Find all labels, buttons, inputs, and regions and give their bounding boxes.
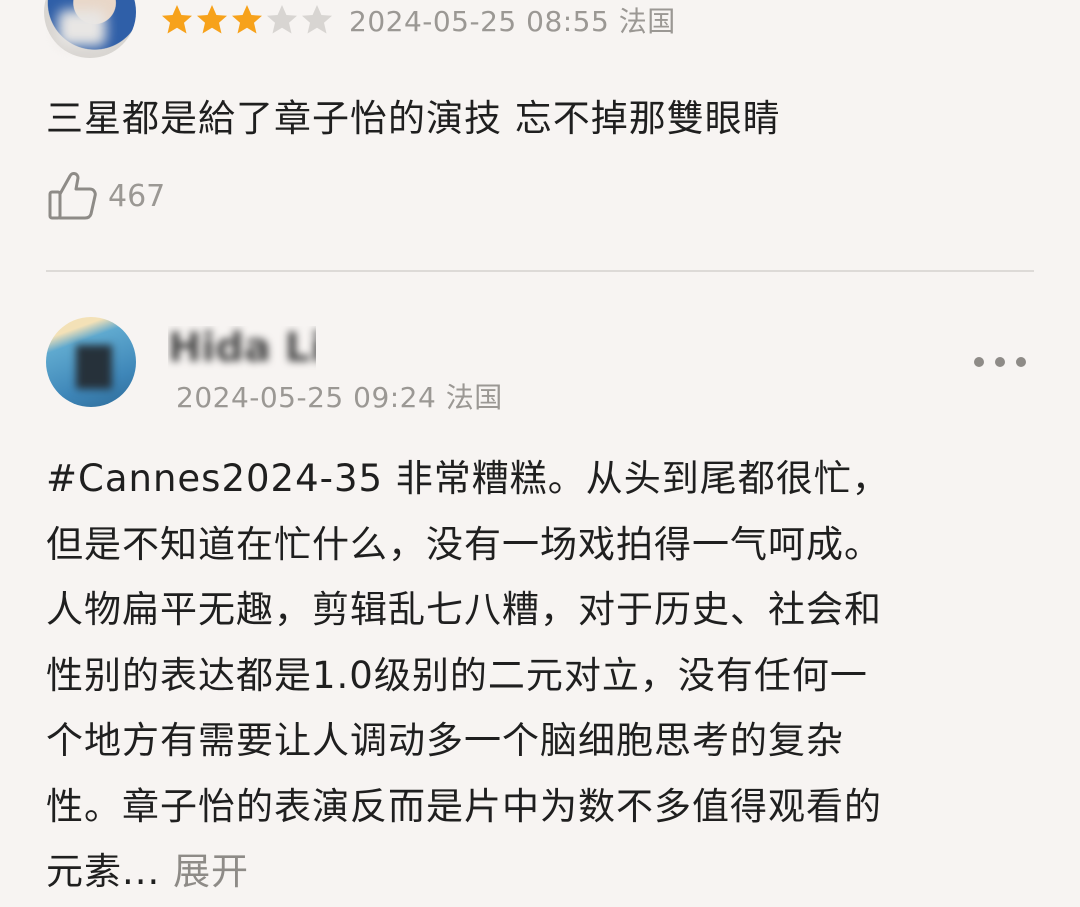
review-text-line: 人物扁平无趣，剪辑乱七八糟，对于历史、社会和: [46, 588, 882, 631]
review-text-line: 性。章子怡的表演反而是片中为数不多值得观看的: [46, 784, 882, 828]
star-filled-icon: [230, 3, 264, 37]
avatar-blur-mask: [58, 10, 106, 46]
thumbs-up-icon: [48, 172, 97, 220]
review-text-line: 性别的表达都是1.0级别的二元对立，没有任何一: [46, 653, 868, 697]
review-text-line: #Cannes2024-35 非常糟糕。从头到尾都很忙，: [46, 457, 890, 500]
review-list: 2024-05-25 08:55 法国 三星都是給了章子怡的演技 忘不掉那雙眼睛…: [0, 0, 1080, 907]
review-text-line: 但是不知道在忙什么，没有一场戏拍得一气呵成。: [46, 522, 882, 566]
reviewer-name[interactable]: Hida Li: [168, 326, 316, 370]
star-rating: [160, 3, 335, 37]
star-empty-icon: [265, 3, 299, 37]
review-divider: [46, 270, 1034, 272]
star-empty-icon: [300, 3, 334, 37]
avatar-blur-mask: [76, 345, 112, 389]
like-count: 467: [108, 178, 166, 214]
review-text-last-line: 元素... 展开: [46, 839, 1046, 905]
star-filled-icon: [195, 3, 229, 37]
review-text-line: 个地方有需要让人调动多一个脑细胞思考的复杂: [46, 719, 844, 762]
star-filled-icon: [160, 3, 194, 37]
more-options-button[interactable]: [974, 346, 1026, 378]
review-meta: 2024-05-25 08:55 法国: [160, 0, 676, 40]
more-dots-icon: [995, 357, 1005, 367]
review-text: 三星都是給了章子怡的演技 忘不掉那雙眼睛: [46, 97, 781, 140]
review-date: 2024-05-25 09:24 法国: [176, 381, 503, 414]
review-date: 2024-05-25 08:55 法国: [349, 5, 676, 38]
more-dots-icon: [974, 357, 984, 367]
review-text-truncated: 元素...: [46, 850, 161, 893]
like-button[interactable]: 467: [46, 168, 165, 224]
expand-link[interactable]: 展开: [173, 850, 249, 893]
review-text: #Cannes2024-35 非常糟糕。从头到尾都很忙， 但是不知道在忙什么，没…: [46, 446, 1046, 905]
reviewer-avatar[interactable]: [46, 317, 136, 407]
more-dots-icon: [1016, 357, 1026, 367]
